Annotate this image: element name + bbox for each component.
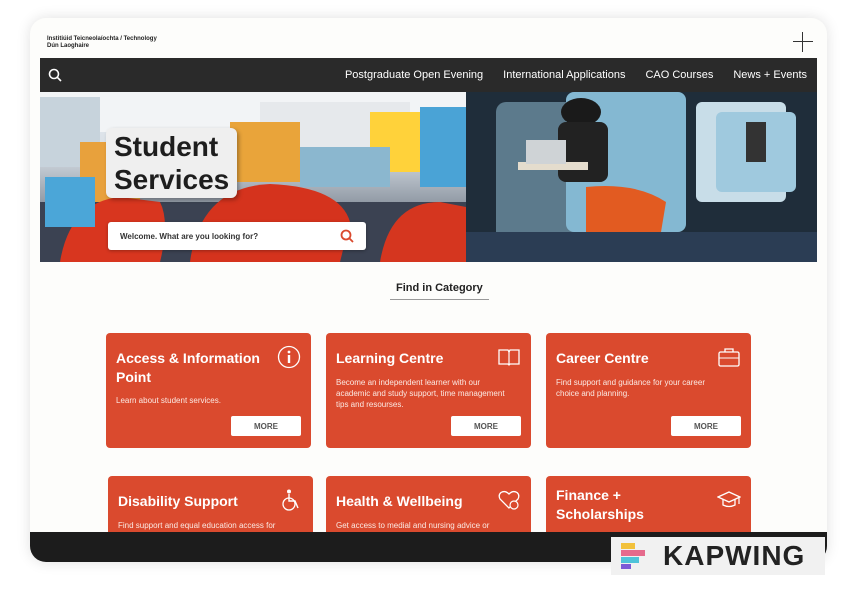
card-learning-centre[interactable]: Learning Centre Become an independent le… [326,333,531,448]
hero-title-box: Student Services [106,128,238,198]
study-pods-illustration [466,92,817,262]
card-description: Find support and guidance for your caree… [556,378,705,398]
search-placeholder: Welcome. What are you looking for? [120,231,259,241]
card-title: Career Centre [556,350,649,366]
hero-image-study-pods [466,92,817,262]
kapwing-text: KAPWING [663,540,806,571]
more-button[interactable]: MORE [231,416,301,436]
search-icon [48,68,62,82]
card-description: Get access to medial and nursing advice … [336,521,490,530]
hero-title-line2: Services [114,164,230,195]
nav-links: Postgraduate Open Evening International … [345,69,817,81]
nav-link-postgraduate[interactable]: Postgraduate Open Evening [345,69,483,81]
menu-cross-icon[interactable] [793,32,813,52]
more-button[interactable]: MORE [671,416,741,436]
card-description: Become an independent learner with our a… [336,378,505,409]
top-nav: Postgraduate Open Evening International … [40,58,817,92]
kapwing-logo-icon [621,543,645,569]
wheelchair-icon [282,489,299,511]
card-title: Learning Centre [336,350,444,366]
institute-logo[interactable]: Institiúid Teicneolaíochta / Technology … [47,36,157,50]
nav-link-news[interactable]: News + Events [733,69,807,81]
hero-banner: Student Services Welcome. What are you l… [40,92,817,262]
card-title: Health & Wellbeing [336,493,463,509]
browser-frame: Institiúid Teicneolaíochta / Technology … [30,18,827,562]
card-description: Find support and equal education access … [118,521,276,530]
hero-title-line1: Student [114,131,219,162]
card-title: Disability Support [118,493,238,509]
card-career-centre[interactable]: Career Centre Find support and guidance … [546,333,751,448]
search-input[interactable]: Welcome. What are you looking for? [108,222,366,250]
book-icon [498,349,520,366]
graduation-cap-icon [717,491,741,508]
institute-line1: Institiúid Teicneolaíochta / Technology [47,36,157,42]
more-button[interactable]: MORE [451,416,521,436]
info-icon [277,345,301,369]
card-access-information[interactable]: Access & Information Point Learn about s… [106,333,311,448]
institute-line2: Dún Laoghaire [47,43,90,49]
heart-icon [498,490,520,510]
nav-search-button[interactable] [40,58,70,92]
card-title: Access & Information Point [116,350,260,385]
briefcase-icon [718,348,740,367]
category-heading: Find in Category [390,282,489,300]
search-icon[interactable] [340,229,354,243]
card-description: Learn about student services. [116,396,221,405]
nav-link-international[interactable]: International Applications [503,69,625,81]
nav-link-cao[interactable]: CAO Courses [645,69,713,81]
kapwing-watermark: KAPWING [611,537,825,575]
card-title: Finance + Scholarships [556,487,644,522]
